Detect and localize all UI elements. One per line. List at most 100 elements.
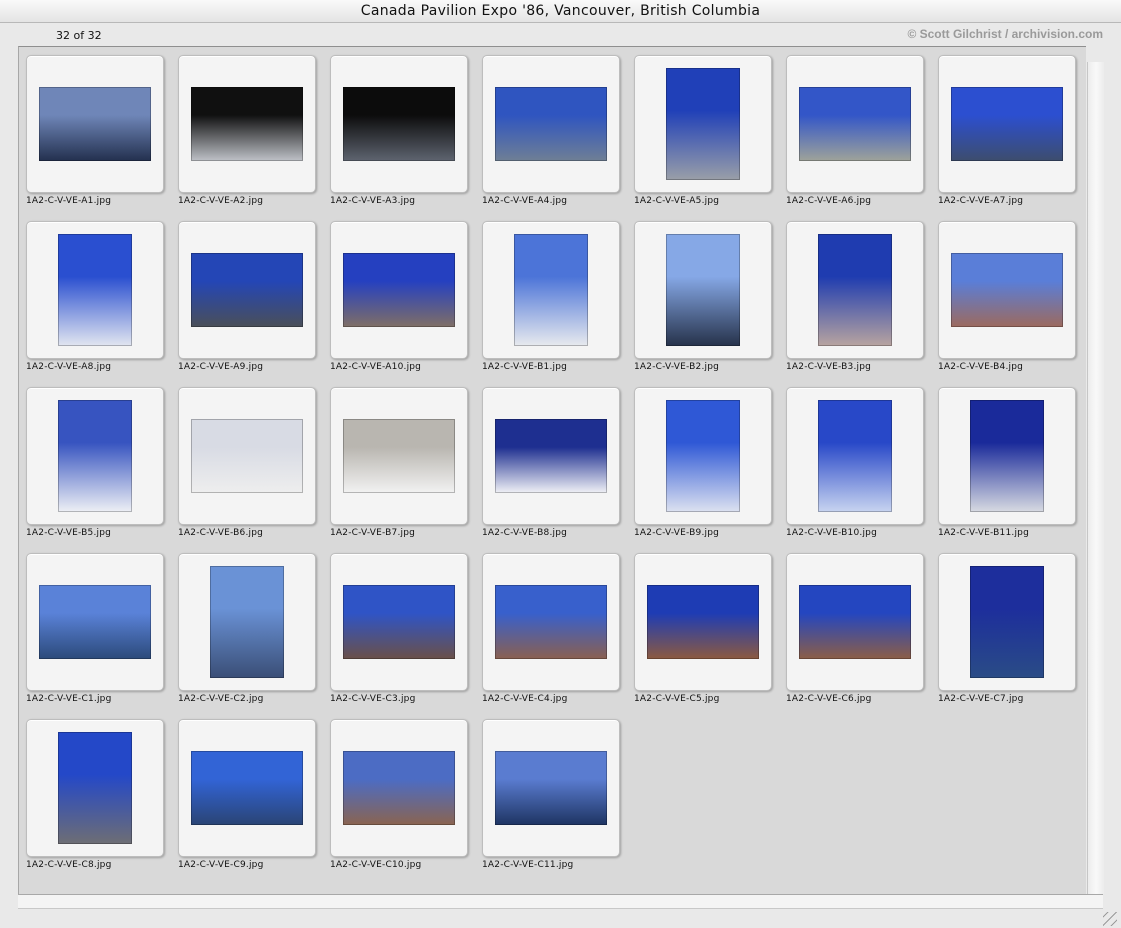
thumbnail-grid: 1A2-C-V-VE-A1.jpg 1A2-C-V-VE-A2.jpg 1A2-C-… <box>18 46 1086 895</box>
thumbnail-image[interactable] <box>666 68 740 180</box>
thumbnail-filename: 1A2-C-V-VE-A7.jpg <box>938 196 1024 206</box>
thumbnail-image[interactable] <box>343 751 455 825</box>
thumbnail-image[interactable] <box>39 585 151 659</box>
thumbnail-slide[interactable] <box>26 387 164 525</box>
thumbnail-slide[interactable] <box>178 553 316 691</box>
thumbnail-slide[interactable] <box>178 221 316 359</box>
thumbnail-image[interactable] <box>666 400 740 512</box>
thumbnail-image[interactable] <box>191 419 303 493</box>
thumbnail-slide[interactable] <box>330 387 468 525</box>
thumbnail-slide[interactable] <box>938 55 1076 193</box>
thumbnail-slide[interactable] <box>786 553 924 691</box>
thumbnail-filename: 1A2-C-V-VE-A9.jpg <box>178 362 264 372</box>
thumbnail-filename: 1A2-C-V-VE-A10.jpg <box>330 362 422 372</box>
thumbnail-filename: 1A2-C-V-VE-A6.jpg <box>786 196 872 206</box>
thumbnail-image[interactable] <box>191 751 303 825</box>
thumbnail-image[interactable] <box>191 253 303 327</box>
thumbnail-image[interactable] <box>951 253 1063 327</box>
thumbnail-slide[interactable] <box>938 387 1076 525</box>
thumbnail-slide[interactable] <box>330 719 468 857</box>
thumbnail-filename: 1A2-C-V-VE-A5.jpg <box>634 196 720 206</box>
thumbnail-image[interactable] <box>58 234 132 346</box>
thumbnail-slide[interactable] <box>26 553 164 691</box>
thumbnail-slide[interactable] <box>634 221 772 359</box>
thumbnail-filename: 1A2-C-V-VE-C6.jpg <box>786 694 872 704</box>
thumbnail-image[interactable] <box>495 87 607 161</box>
horizontal-scrollbar[interactable] <box>18 894 1103 909</box>
vertical-scrollbar[interactable] <box>1087 62 1104 894</box>
thumbnail-slide[interactable] <box>786 387 924 525</box>
thumbnail-filename: 1A2-C-V-VE-C11.jpg <box>482 860 574 870</box>
thumbnail-image[interactable] <box>799 87 911 161</box>
thumbnail-image[interactable] <box>666 234 740 346</box>
thumbnail-image[interactable] <box>970 566 1044 678</box>
thumbnail-slide[interactable] <box>482 387 620 525</box>
thumbnail-image[interactable] <box>799 585 911 659</box>
thumbnail-filename: 1A2-C-V-VE-B8.jpg <box>482 528 568 538</box>
thumbnail-filename: 1A2-C-V-VE-C4.jpg <box>482 694 568 704</box>
window-title: Canada Pavilion Expo '86, Vancouver, Bri… <box>0 0 1121 23</box>
thumbnail-image[interactable] <box>343 87 455 161</box>
thumbnail-slide[interactable] <box>938 553 1076 691</box>
thumbnail-filename: 1A2-C-V-VE-B4.jpg <box>938 362 1024 372</box>
thumbnail-filename: 1A2-C-V-VE-B3.jpg <box>786 362 872 372</box>
thumbnail-image[interactable] <box>343 585 455 659</box>
thumbnail-image[interactable] <box>495 751 607 825</box>
thumbnail-image[interactable] <box>818 234 892 346</box>
thumbnail-filename: 1A2-C-V-VE-C2.jpg <box>178 694 264 704</box>
thumbnail-slide[interactable] <box>330 221 468 359</box>
thumbnail-slide[interactable] <box>26 719 164 857</box>
thumbnail-slide[interactable] <box>938 221 1076 359</box>
thumbnail-slide[interactable] <box>26 221 164 359</box>
thumbnail-slide[interactable] <box>786 55 924 193</box>
thumbnail-filename: 1A2-C-V-VE-A2.jpg <box>178 196 264 206</box>
thumbnail-image[interactable] <box>647 585 759 659</box>
thumbnail-image[interactable] <box>818 400 892 512</box>
thumbnail-filename: 1A2-C-V-VE-B6.jpg <box>178 528 264 538</box>
thumbnail-slide[interactable] <box>634 55 772 193</box>
thumbnail-slide[interactable] <box>482 553 620 691</box>
thumbnail-filename: 1A2-C-V-VE-A8.jpg <box>26 362 112 372</box>
thumbnail-slide[interactable] <box>786 221 924 359</box>
thumbnail-slide[interactable] <box>178 55 316 193</box>
thumbnail-slide[interactable] <box>482 221 620 359</box>
thumbnail-image[interactable] <box>39 87 151 161</box>
thumbnail-image[interactable] <box>495 585 607 659</box>
thumbnail-image[interactable] <box>495 419 607 493</box>
thumbnail-slide[interactable] <box>634 553 772 691</box>
thumbnail-filename: 1A2-C-V-VE-C8.jpg <box>26 860 112 870</box>
resize-grip-icon[interactable] <box>1103 912 1117 926</box>
image-count: 32 of 32 <box>56 29 102 42</box>
thumbnail-filename: 1A2-C-V-VE-B9.jpg <box>634 528 720 538</box>
thumbnail-filename: 1A2-C-V-VE-A1.jpg <box>26 196 112 206</box>
thumbnail-filename: 1A2-C-V-VE-A3.jpg <box>330 196 416 206</box>
thumbnail-slide[interactable] <box>330 553 468 691</box>
thumbnail-filename: 1A2-C-V-VE-B10.jpg <box>786 528 877 538</box>
thumbnail-slide[interactable] <box>178 387 316 525</box>
thumbnail-image[interactable] <box>210 566 284 678</box>
thumbnail-slide[interactable] <box>634 387 772 525</box>
thumbnail-filename: 1A2-C-V-VE-C9.jpg <box>178 860 264 870</box>
thumbnail-image[interactable] <box>970 400 1044 512</box>
thumbnail-image[interactable] <box>343 419 455 493</box>
gallery-header: 32 of 32 © Scott Gilchrist / archivision… <box>18 22 1103 46</box>
thumbnail-image[interactable] <box>58 400 132 512</box>
thumbnail-filename: 1A2-C-V-VE-B1.jpg <box>482 362 568 372</box>
thumbnail-filename: 1A2-C-V-VE-C3.jpg <box>330 694 416 704</box>
thumbnail-slide[interactable] <box>482 719 620 857</box>
thumbnail-image[interactable] <box>191 87 303 161</box>
thumbnail-filename: 1A2-C-V-VE-B11.jpg <box>938 528 1029 538</box>
thumbnail-slide[interactable] <box>178 719 316 857</box>
thumbnail-image[interactable] <box>951 87 1063 161</box>
thumbnail-slide[interactable] <box>482 55 620 193</box>
thumbnail-filename: 1A2-C-V-VE-C5.jpg <box>634 694 720 704</box>
copyright-link[interactable]: © Scott Gilchrist / archivision.com <box>907 27 1103 41</box>
thumbnail-image[interactable] <box>514 234 588 346</box>
thumbnail-filename: 1A2-C-V-VE-A4.jpg <box>482 196 568 206</box>
thumbnail-slide[interactable] <box>330 55 468 193</box>
thumbnail-slide[interactable] <box>26 55 164 193</box>
thumbnail-filename: 1A2-C-V-VE-C1.jpg <box>26 694 112 704</box>
thumbnail-image[interactable] <box>343 253 455 327</box>
thumbnail-filename: 1A2-C-V-VE-B5.jpg <box>26 528 112 538</box>
thumbnail-image[interactable] <box>58 732 132 844</box>
